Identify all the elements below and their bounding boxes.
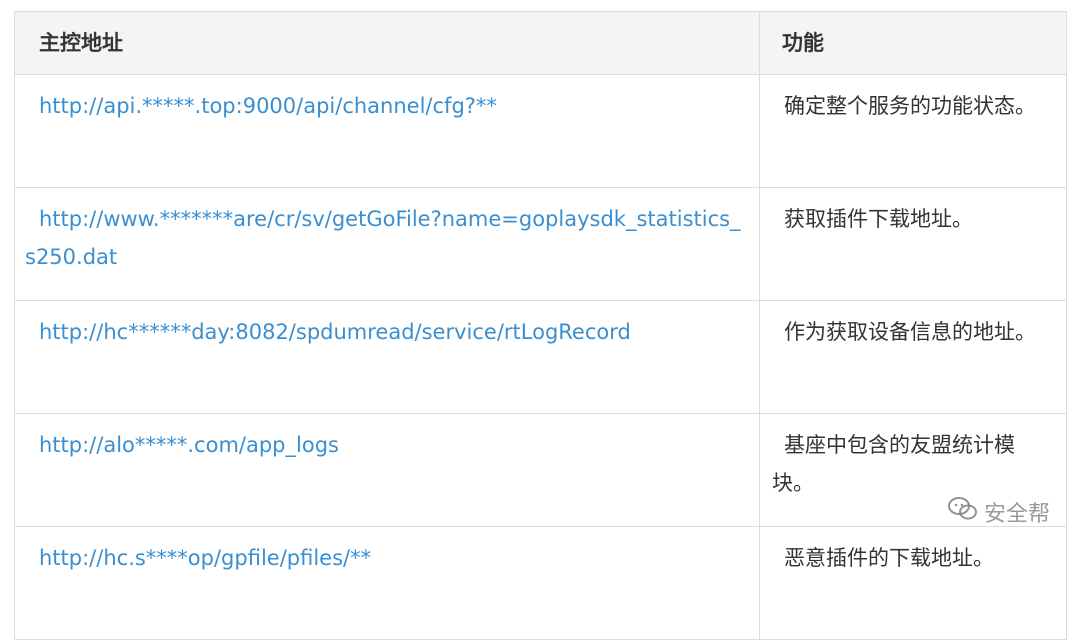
url-cell: http://alo*****.com/app_logs: [14, 413, 760, 527]
wechat-icon: [947, 496, 984, 528]
address-function-table: 主控地址 功能 http://api.*****.top:9000/api/ch…: [14, 11, 1067, 640]
address-function-table-container: 主控地址 功能 http://api.*****.top:9000/api/ch…: [14, 11, 1067, 640]
url-cell: http://hc******day:8082/spdumread/servic…: [14, 300, 760, 414]
function-cell: 作为获取设备信息的地址。: [759, 300, 1067, 414]
header-function: 功能: [759, 11, 1067, 75]
url-cell: http://www.*******are/cr/sv/getGoFile?na…: [14, 187, 760, 301]
watermark: 安全帮: [947, 496, 1050, 528]
table-row: http://hc******day:8082/spdumread/servic…: [14, 300, 1067, 414]
watermark-text: 安全帮: [983, 502, 1050, 527]
function-cell: 恶意插件的下载地址。: [759, 526, 1067, 640]
header-address: 主控地址: [14, 11, 760, 75]
table-row: http://api.*****.top:9000/api/channel/cf…: [14, 74, 1067, 188]
function-cell: 获取插件下载地址。: [759, 187, 1067, 301]
table-row: http://hc.s****op/gpfile/pfiles/** 恶意插件的…: [14, 526, 1067, 640]
table-row: http://alo*****.com/app_logs 基座中包含的友盟统计模…: [14, 413, 1067, 527]
function-cell: 确定整个服务的功能状态。: [759, 74, 1067, 188]
url-cell: http://hc.s****op/gpfile/pfiles/**: [14, 526, 760, 640]
url-cell: http://api.*****.top:9000/api/channel/cf…: [14, 74, 760, 188]
table-row: http://www.*******are/cr/sv/getGoFile?na…: [14, 187, 1067, 301]
table-header-row: 主控地址 功能: [14, 11, 1067, 75]
